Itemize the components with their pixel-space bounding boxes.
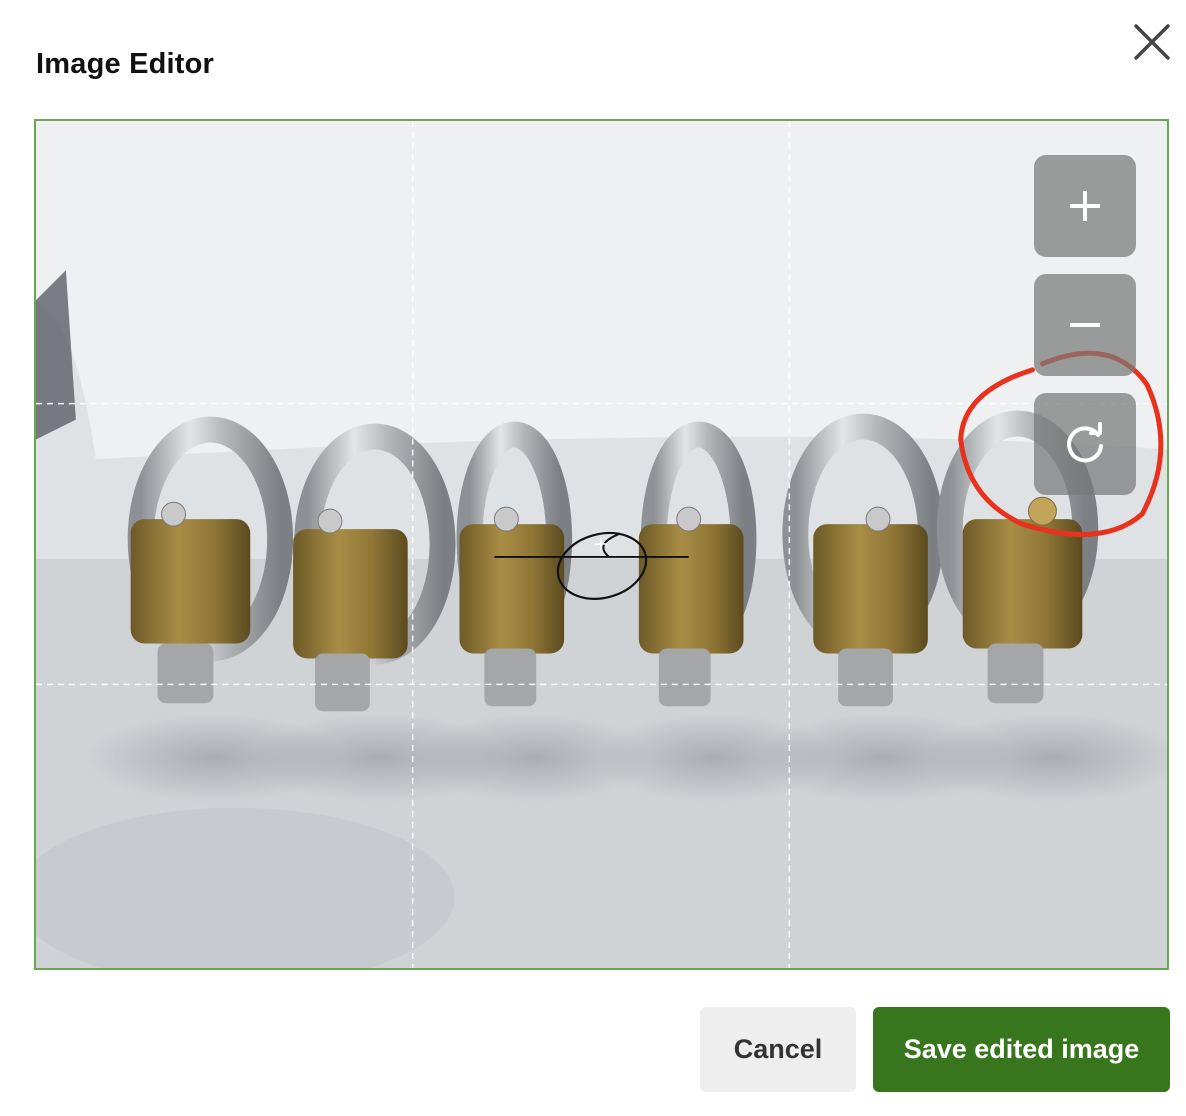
rotate-button[interactable]	[1034, 393, 1136, 495]
cancel-button[interactable]: Cancel	[700, 1007, 856, 1092]
rotate-icon	[1067, 422, 1103, 463]
minus-icon	[1070, 323, 1100, 327]
plus-icon	[1070, 191, 1100, 221]
image-crop-area[interactable]	[34, 119, 1169, 970]
close-button[interactable]	[1128, 18, 1176, 66]
zoom-out-button[interactable]	[1034, 274, 1136, 376]
close-icon	[1134, 24, 1170, 60]
zoom-in-button[interactable]	[1034, 155, 1136, 257]
edited-photo	[36, 121, 1167, 968]
save-edited-image-button[interactable]: Save edited image	[873, 1007, 1170, 1092]
dialog-title: Image Editor	[36, 48, 215, 80]
